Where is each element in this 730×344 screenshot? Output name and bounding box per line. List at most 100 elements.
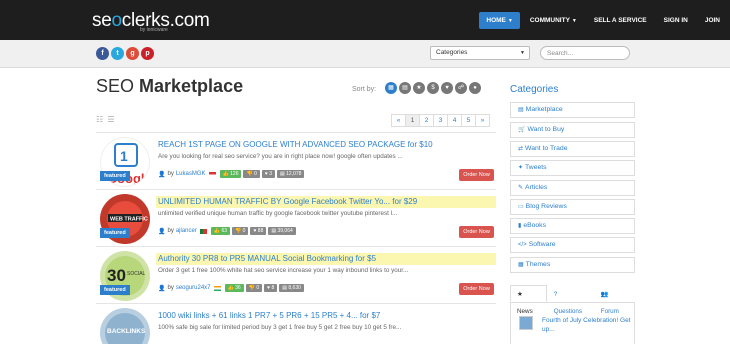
views-count: ▤ 39,064 (268, 227, 296, 235)
sort-newest-icon[interactable]: ▤ (399, 82, 411, 94)
code-icon: </> (518, 242, 527, 248)
featured-badge: featured (100, 228, 130, 238)
twitter-icon: ✦ (518, 165, 524, 171)
listing-title[interactable]: Authority 30 PR8 to PR5 MANUAL Social Bo… (156, 253, 496, 265)
likes-count: 👍 126 (219, 170, 242, 178)
logo-tagline: by ionicware (140, 27, 168, 33)
listing-title[interactable]: 1000 wiki links + 61 links 1 PR7 + 5 PR6… (156, 310, 496, 322)
categories-select-value: Categories (436, 49, 468, 56)
tab-forum[interactable]: 👥 Forum (594, 285, 635, 315)
news-link[interactable]: Fourth of July Celebration! Get up... (542, 316, 634, 334)
monitor-icon: ▭ (518, 204, 524, 210)
nav-home[interactable]: HOME ▼ (479, 12, 520, 29)
pinterest-icon[interactable]: p (141, 47, 154, 60)
avatar (519, 316, 533, 330)
google-plus-icon[interactable]: g (126, 47, 139, 60)
sidebar-item-label: Software (528, 241, 556, 248)
views-value: 39,064 (277, 228, 293, 234)
tab-news[interactable]: ★ News (510, 285, 547, 315)
sidebar-item-ebooks[interactable]: ▮ eBooks (510, 218, 635, 234)
seller-link[interactable]: LukasMGK (176, 171, 206, 177)
pagination: « 1 2 3 4 5 » (391, 114, 490, 127)
sidebar-item-want-to-buy[interactable]: 🛒 Want to Buy (510, 122, 635, 138)
flag-icon (199, 228, 207, 234)
likes-count: 👍 36 (224, 284, 244, 292)
svg-text:1: 1 (120, 148, 128, 164)
sidebar-item-marketplace[interactable]: ▤ Marketplace (510, 102, 635, 118)
main-nav: HOME ▼ COMMUNITY ▼ SELL A SERVICE SIGN IN … (479, 12, 730, 29)
sort-favorites-icon[interactable]: ♥ (441, 82, 453, 94)
sidebar-item-label: Blog Reviews (525, 203, 567, 210)
page-prev-button[interactable]: « (391, 114, 406, 127)
sidebar-item-label: Want to Trade (525, 145, 568, 152)
logo-text-accent: o (111, 10, 122, 31)
sort-views-icon[interactable]: ● (469, 82, 481, 94)
sidebar-item-tweets[interactable]: ✦ Tweets (510, 160, 635, 176)
order-now-button[interactable]: Order Now (459, 283, 494, 295)
page-title-light: SEO (96, 76, 135, 96)
sidebar-item-software[interactable]: </> Software (510, 237, 635, 253)
top-navbar: seoclerks.com by ionicware HOME ▼ COMMUNI… (0, 0, 730, 40)
pencil-icon: ✎ (518, 185, 524, 191)
sort-popular-icon[interactable]: ☍ (455, 82, 467, 94)
hearts-value: 8 (271, 285, 275, 291)
listing-item: BACKLINKS 1000 wiki links + 61 links 1 P… (96, 303, 496, 344)
nav-home-label: HOME (486, 17, 506, 24)
nav-community[interactable]: COMMUNITY ▼ (523, 12, 584, 29)
sidebar-item-label: Themes (525, 261, 551, 268)
views-count: ▤ 8,630 (279, 284, 304, 292)
user-icon: 👤 (158, 285, 166, 292)
chevron-down-icon: ▼ (507, 18, 513, 24)
dislikes-count: 👎 0 (243, 170, 260, 178)
seller-link[interactable]: seoguru24x7 (176, 285, 211, 291)
listing-title[interactable]: REACH 1ST PAGE ON GOOGLE WITH ADVANCED S… (156, 139, 496, 151)
page-2-button[interactable]: 2 (419, 114, 434, 127)
page-3-button[interactable]: 3 (433, 114, 448, 127)
listing-meta: 👤 by seoguru24x7 👍 36 👎 0 ♥ 8 ▤ 8,630 (158, 284, 306, 292)
sidebar-item-label: Articles (525, 184, 548, 191)
nav-sign-in[interactable]: SIGN IN (657, 12, 695, 29)
page-1-button[interactable]: 1 (405, 114, 420, 127)
listing-description: Order 3 get 1 free 100% white hat seo se… (158, 267, 409, 274)
facebook-icon[interactable]: f (96, 47, 109, 60)
tab-questions[interactable]: ? Questions (547, 285, 594, 315)
page-4-button[interactable]: 4 (447, 114, 462, 127)
listing-title[interactable]: UNLIMITED HUMAN TRAFFIC BY Google Facebo… (156, 196, 496, 208)
sort-options: ▦ ▤ ★ $ ♥ ☍ ● (385, 82, 483, 94)
listing-meta: 👤 by ajlancer 👍 63 👎 0 ♥ 88 ▤ 39,064 (158, 227, 298, 235)
sidebar-item-themes[interactable]: ▦ Themes (510, 257, 635, 273)
question-icon: ? (553, 291, 558, 298)
dislikes-count: 👎 0 (245, 284, 263, 292)
seller-link[interactable]: ajlancer (176, 228, 197, 234)
sort-grid-icon[interactable]: ▦ (385, 82, 397, 94)
nav-sell-a-service[interactable]: SELL A SERVICE (587, 12, 654, 29)
listing-description: Are you looking for real seo service? yo… (158, 153, 403, 160)
sort-rating-icon[interactable]: ★ (413, 82, 425, 94)
twitter-icon[interactable]: t (111, 47, 124, 60)
listing-thumbnail[interactable]: BACKLINKS (100, 308, 150, 344)
order-now-button[interactable]: Order Now (459, 226, 494, 238)
categories-select[interactable]: Categories ▼ (430, 46, 530, 60)
users-icon: 👥 (600, 291, 609, 298)
featured-badge: featured (100, 285, 130, 295)
by-label: by (167, 228, 174, 234)
page-next-button[interactable]: » (475, 114, 490, 127)
logo-text-main: se (92, 10, 112, 31)
view-toggle-icon[interactable]: ☷ ☰ (96, 115, 116, 124)
hearts-count: ♥ 8 (264, 284, 278, 292)
listing-item: 1Google featured REACH 1ST PAGE ON GOOGL… (96, 132, 496, 188)
likes-value: 63 (221, 228, 228, 234)
sidebar-item-want-to-trade[interactable]: ⇄ Want to Trade (510, 141, 635, 157)
page-5-button[interactable]: 5 (461, 114, 476, 127)
sidebar-item-articles[interactable]: ✎ Articles (510, 180, 635, 196)
order-now-button[interactable]: Order Now (459, 169, 494, 181)
dislikes-count: 👎 0 (232, 227, 249, 235)
search-input[interactable] (540, 46, 630, 60)
sort-price-icon[interactable]: $ (427, 82, 439, 94)
sidebar-item-label: eBooks (523, 222, 546, 229)
svg-text:WEB TRAFFIC: WEB TRAFFIC (110, 217, 148, 223)
nav-join[interactable]: JOIN (698, 12, 727, 29)
sidebar-item-blog-reviews[interactable]: ▭ Blog Reviews (510, 199, 635, 215)
page-title-bold: Marketplace (139, 76, 244, 96)
news-item: Fourth of July Celebration! Get up... (510, 303, 635, 344)
